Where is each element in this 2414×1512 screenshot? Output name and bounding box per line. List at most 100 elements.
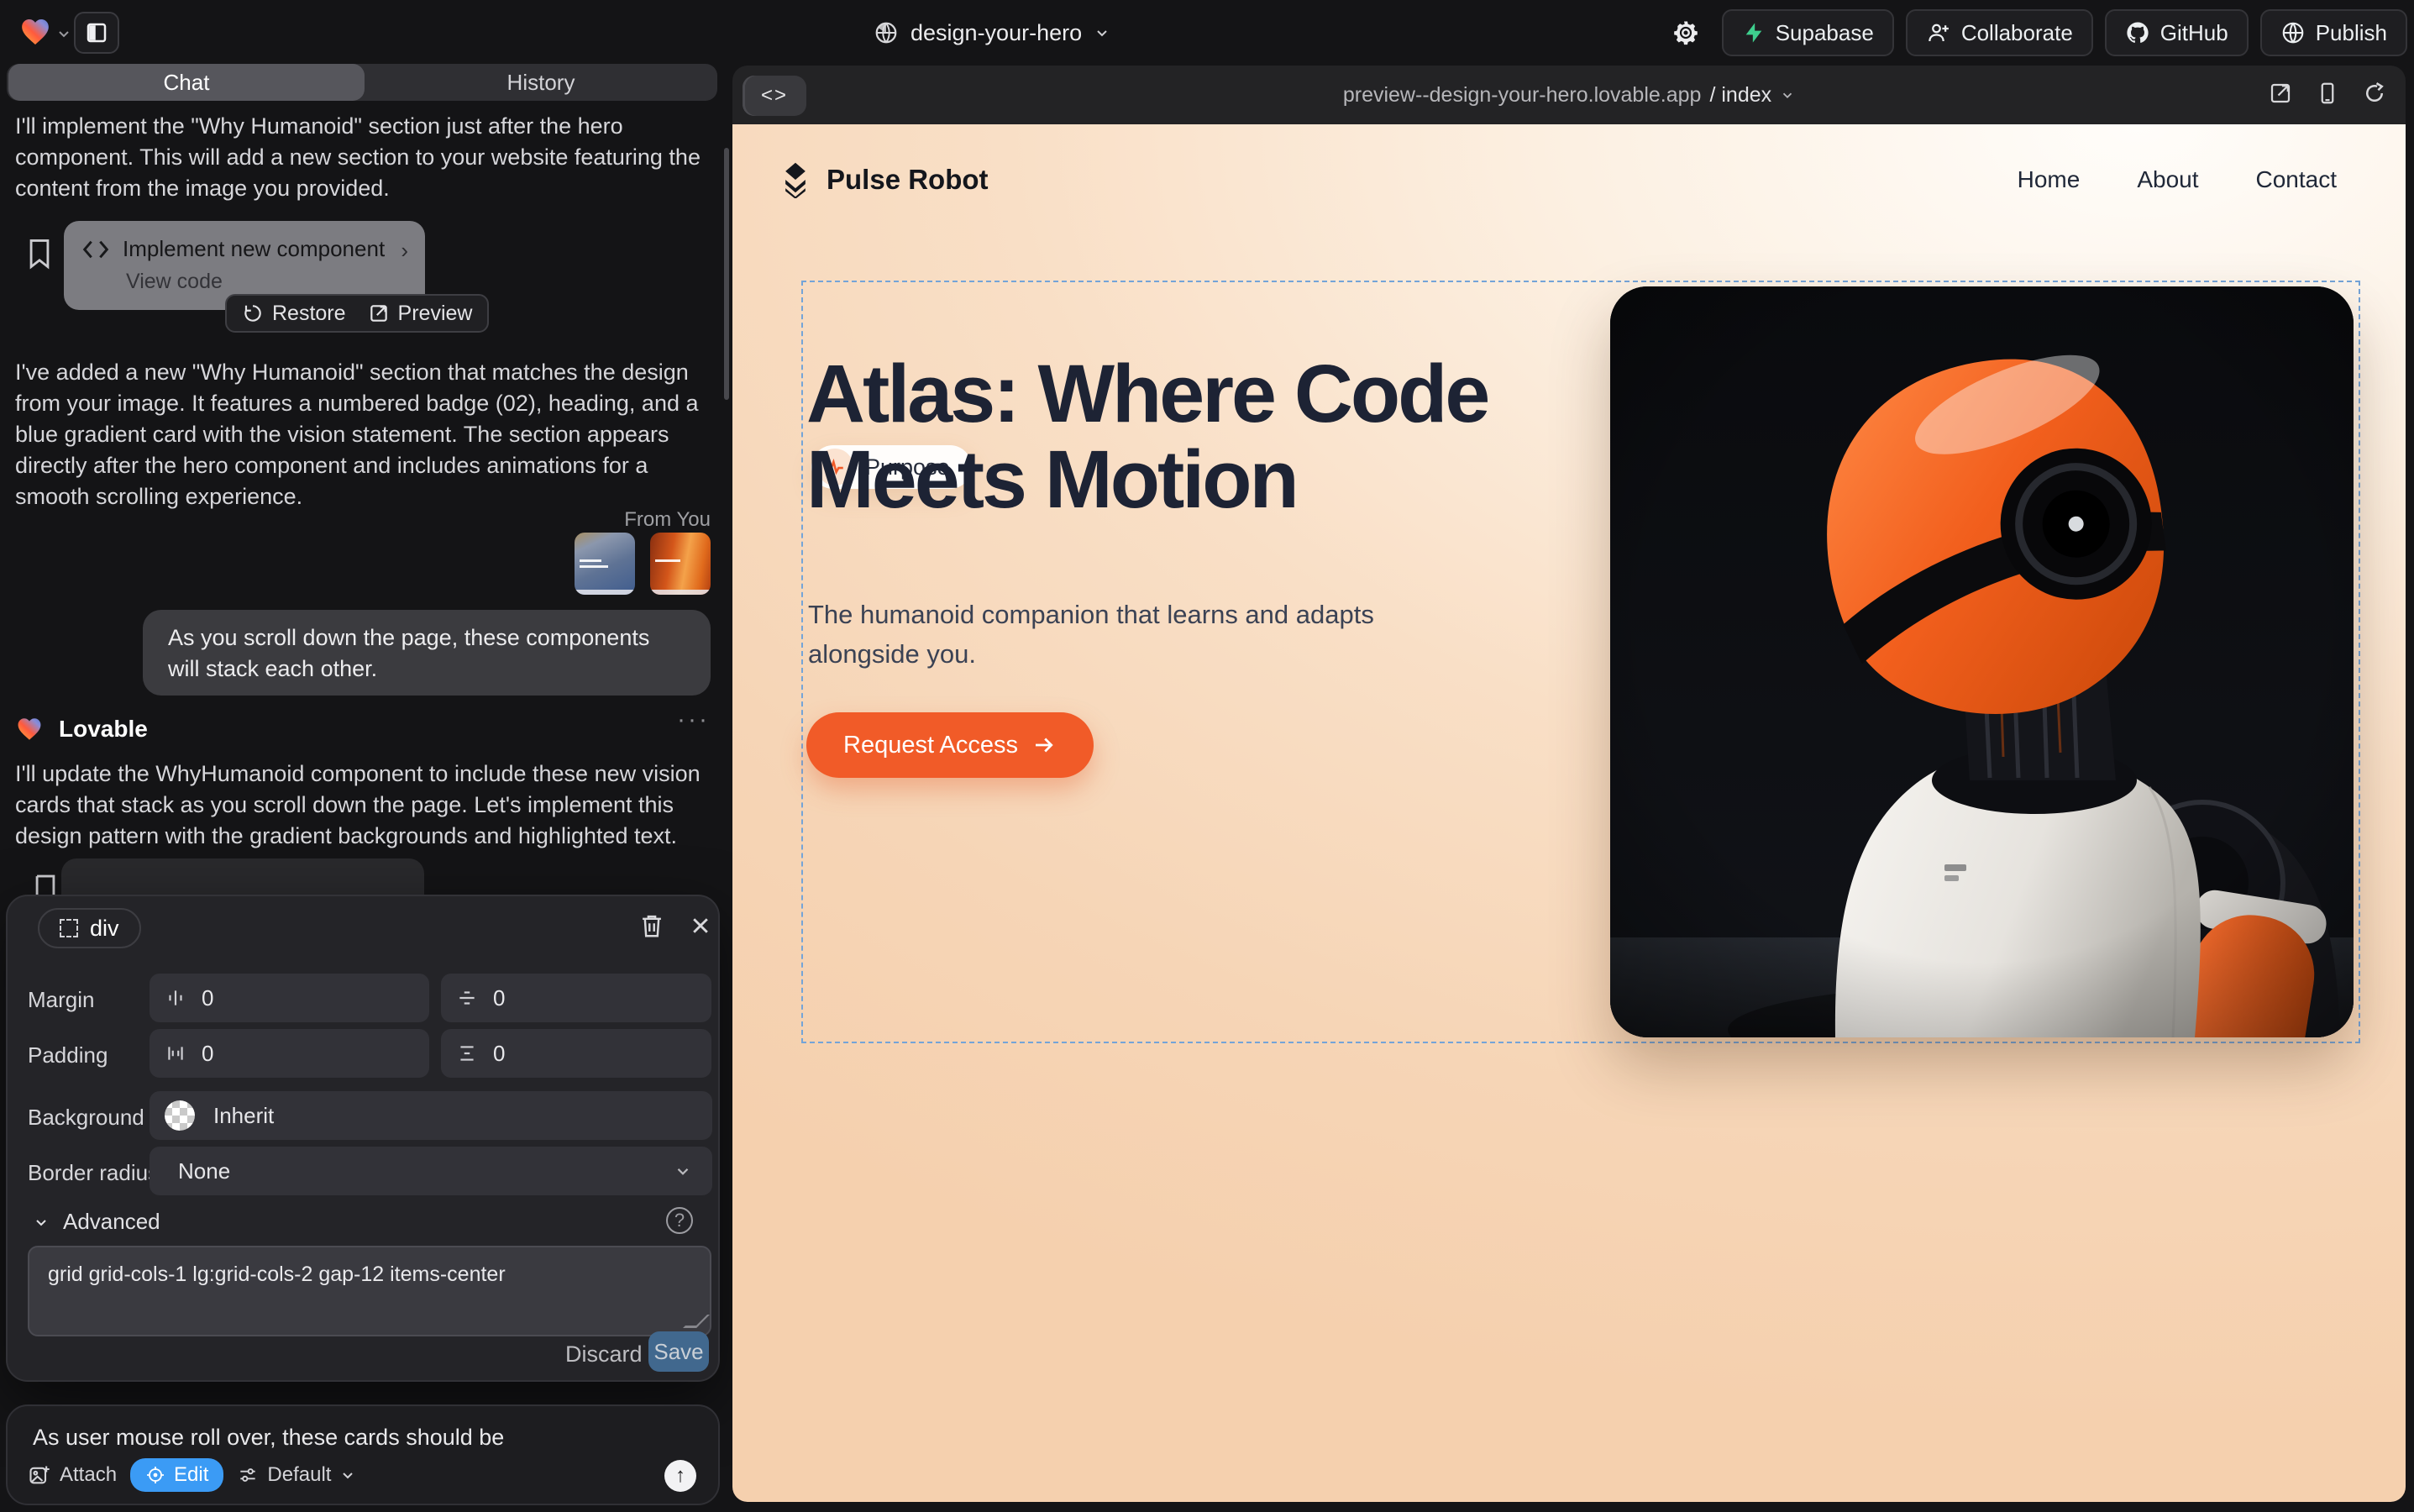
chevron-down-icon <box>1780 87 1795 102</box>
hero-robot-image <box>1610 286 2354 1037</box>
chevron-down-icon <box>33 1214 50 1231</box>
view-code-link[interactable]: View code <box>126 270 223 294</box>
site-preview: Pulse Robot Home About Contact Purpose <box>732 124 2406 1502</box>
topbar-actions: Supabase Collaborate GitHub Publish <box>1661 9 2407 56</box>
github-icon <box>2125 20 2150 45</box>
model-mode-selector[interactable]: Default <box>237 1463 356 1487</box>
project-name: design-your-hero <box>910 20 1082 46</box>
padding-x-icon <box>165 1042 186 1064</box>
lovable-heart-icon <box>15 715 44 743</box>
from-you-label: From You <box>521 508 711 532</box>
assistant-header: Lovable <box>15 715 148 743</box>
restore-icon <box>242 302 264 324</box>
save-button[interactable]: Save <box>648 1331 709 1372</box>
margin-x-input[interactable]: 0 <box>150 974 429 1022</box>
send-button[interactable]: ↑ <box>664 1460 696 1492</box>
margin-label: Margin <box>28 987 94 1013</box>
supabase-icon <box>1742 21 1766 45</box>
sliders-icon <box>237 1464 259 1486</box>
hero-subtitle: The humanoid companion that learns and a… <box>808 595 1404 674</box>
composer-input[interactable]: As user mouse roll over, these cards sho… <box>33 1425 504 1451</box>
github-button[interactable]: GitHub <box>2105 9 2249 56</box>
message-menu-button[interactable]: ··· <box>677 706 710 734</box>
site-brand[interactable]: Pulse Robot <box>778 161 989 198</box>
assistant-name: Lovable <box>59 716 148 743</box>
publish-globe-icon <box>2280 20 2306 45</box>
publish-button[interactable]: Publish <box>2260 9 2407 56</box>
element-inspector-panel: div Margin 0 0 Padding <box>6 895 720 1382</box>
bookmark-icon[interactable] <box>25 237 54 270</box>
advanced-classes-textarea[interactable]: grid grid-cols-1 lg:grid-cols-2 gap-12 i… <box>28 1246 711 1336</box>
collaborate-button[interactable]: Collaborate <box>1906 9 2093 56</box>
pulse-robot-logo-icon <box>778 161 813 198</box>
request-access-button[interactable]: Request Access <box>806 712 1094 778</box>
tab-chat[interactable]: Chat <box>8 64 365 101</box>
chevron-down-icon <box>1094 24 1110 41</box>
help-icon[interactable]: ? <box>666 1207 693 1234</box>
chevron-down-icon <box>339 1467 356 1483</box>
background-label: Background <box>28 1105 144 1131</box>
assistant-message-2: I've added a new "Why Humanoid" section … <box>15 357 716 512</box>
top-bar: design-your-hero Supabase <box>0 0 2414 66</box>
logo-chevron-icon[interactable] <box>55 25 72 42</box>
border-radius-select[interactable]: None <box>150 1147 712 1195</box>
user-message-bubble: As you scroll down the page, these compo… <box>143 610 711 696</box>
attach-button[interactable]: Attach <box>28 1463 117 1487</box>
external-link-icon <box>368 302 390 324</box>
open-in-new-tab-button[interactable] <box>2268 81 2293 106</box>
nav-link-about[interactable]: About <box>2137 166 2198 193</box>
settings-gear-button[interactable] <box>1661 9 1710 56</box>
refresh-button[interactable] <box>2362 81 2387 106</box>
site-nav: Home About Contact <box>2018 166 2337 193</box>
nav-link-home[interactable]: Home <box>2018 166 2081 193</box>
nav-link-contact[interactable]: Contact <box>2256 166 2338 193</box>
advanced-section-toggle[interactable]: Advanced <box>33 1209 160 1235</box>
assistant-message-1: I'll implement the "Why Humanoid" sectio… <box>15 111 702 204</box>
bookmark-icon-2 <box>31 872 60 897</box>
app-window: design-your-hero Supabase <box>0 0 2414 1512</box>
target-icon <box>145 1465 165 1485</box>
code-icon <box>82 239 109 260</box>
supabase-button[interactable]: Supabase <box>1722 9 1894 56</box>
element-tag: div <box>90 916 119 942</box>
hero-heading: Atlas: Where Code Meets Motion <box>806 351 1488 522</box>
padding-x-input[interactable]: 0 <box>150 1029 429 1078</box>
chat-composer: As user mouse roll over, these cards sho… <box>6 1404 720 1505</box>
delete-element-button[interactable] <box>639 911 664 940</box>
preview-panel: <> preview--design-your-hero.lovable.app… <box>732 66 2406 1502</box>
preview-button[interactable]: Preview <box>368 302 473 326</box>
add-user-icon <box>1926 20 1951 45</box>
assistant-message-3: I'll update the WhyHumanoid component to… <box>15 759 702 852</box>
padding-y-input[interactable]: 0 <box>441 1029 711 1078</box>
margin-y-icon <box>456 987 478 1009</box>
attachment-thumbnail-orange[interactable] <box>650 533 711 595</box>
chevron-right-icon: › <box>401 238 408 264</box>
padding-label: Padding <box>28 1042 108 1068</box>
lovable-logo-icon[interactable] <box>18 15 52 49</box>
restore-button[interactable]: Restore <box>242 302 346 326</box>
tool-card-title: Implement new component <box>123 236 385 262</box>
mobile-view-button[interactable] <box>2315 81 2340 106</box>
edit-mode-button[interactable]: Edit <box>130 1458 223 1492</box>
close-inspector-button[interactable] <box>690 915 711 937</box>
background-input[interactable]: Inherit <box>150 1091 712 1140</box>
chat-scrollbar-thumb[interactable] <box>724 148 729 400</box>
toggle-sidebar-button[interactable] <box>74 12 119 54</box>
preview-url-bar[interactable]: preview--design-your-hero.lovable.app / … <box>732 66 2406 124</box>
padding-y-icon <box>456 1042 478 1064</box>
globe-icon <box>874 20 899 45</box>
resize-handle[interactable] <box>683 1315 710 1328</box>
margin-y-input[interactable]: 0 <box>441 974 711 1022</box>
dashed-box-icon <box>60 919 78 937</box>
tab-history[interactable]: History <box>365 64 717 101</box>
project-selector[interactable]: design-your-hero <box>874 15 1110 50</box>
discard-button[interactable]: Discard <box>565 1341 643 1368</box>
site-header: Pulse Robot Home About Contact <box>778 155 2360 205</box>
chevron-down-icon <box>674 1162 692 1180</box>
attach-image-icon <box>28 1463 51 1487</box>
preview-header: <> preview--design-your-hero.lovable.app… <box>732 66 2406 124</box>
margin-x-icon <box>165 987 186 1009</box>
attachment-thumbnail-blue[interactable] <box>575 533 635 595</box>
border-radius-label: Border radius <box>28 1160 159 1186</box>
selected-element-chip[interactable]: div <box>38 908 141 948</box>
